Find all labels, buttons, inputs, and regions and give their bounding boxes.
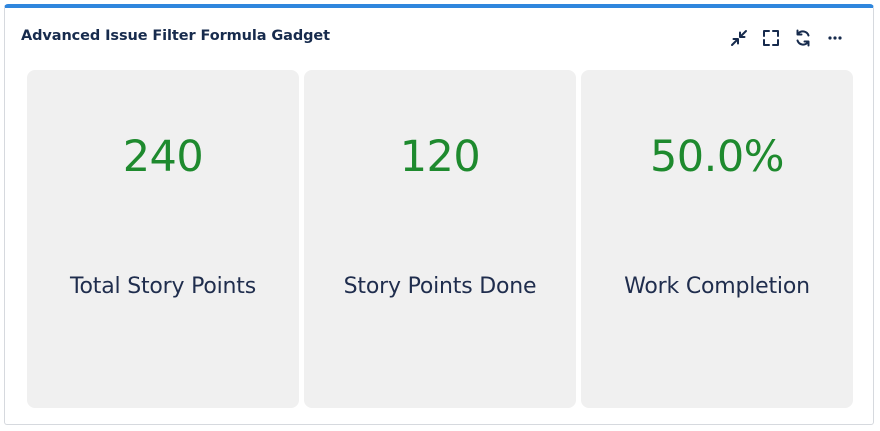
metric-value: 120	[399, 132, 481, 182]
formula-gadget: Advanced Issue Filter Formula Gadget 240…	[4, 4, 874, 425]
minimize-button[interactable]	[727, 26, 751, 50]
refresh-button[interactable]	[791, 26, 815, 50]
gadget-toolbar	[727, 26, 851, 50]
metric-tile-story-points-done: 120 Story Points Done	[304, 70, 576, 408]
metric-label: Work Completion	[624, 274, 810, 299]
metric-tile-total-story-points: 240 Total Story Points	[27, 70, 299, 408]
metric-tile-work-completion: 50.0% Work Completion	[581, 70, 853, 408]
metric-label: Total Story Points	[70, 274, 256, 299]
refresh-icon	[796, 29, 810, 47]
minimize-icon	[731, 30, 747, 46]
metric-value: 240	[122, 132, 204, 182]
gadget-header: Advanced Issue Filter Formula Gadget	[5, 8, 873, 64]
fullscreen-icon	[763, 30, 779, 46]
metric-label: Story Points Done	[343, 274, 537, 299]
gadget-title: Advanced Issue Filter Formula Gadget	[21, 28, 330, 44]
metric-tiles: 240 Total Story Points 120 Story Points …	[27, 70, 853, 408]
fullscreen-button[interactable]	[759, 26, 783, 50]
metric-value: 50.0%	[649, 132, 785, 182]
more-icon	[828, 36, 842, 40]
more-button[interactable]	[823, 26, 847, 50]
